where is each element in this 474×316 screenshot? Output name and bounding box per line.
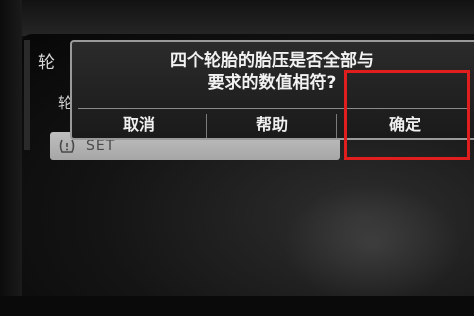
button-separator: [336, 114, 337, 138]
display-bezel-top: [0, 0, 474, 36]
button-separator: [206, 114, 207, 138]
background-menu-title: 轮: [38, 53, 55, 73]
dialog-message-line1: 四个轮胎的胎压是否全部与: [170, 51, 374, 71]
screen-glare: [282, 184, 462, 304]
confirm-highlight-box: [344, 70, 470, 160]
display-bezel-left: [0, 0, 22, 316]
photo-frame: 轮 轮 SET 四个轮胎的胎压是否全部与 要求的数值相符? 取消 帮助 确定: [0, 0, 474, 316]
help-button[interactable]: 帮助: [208, 110, 336, 140]
display-bezel-bottom: [0, 296, 474, 316]
cancel-button[interactable]: 取消: [72, 110, 206, 140]
menu-side-strip: [24, 40, 30, 150]
